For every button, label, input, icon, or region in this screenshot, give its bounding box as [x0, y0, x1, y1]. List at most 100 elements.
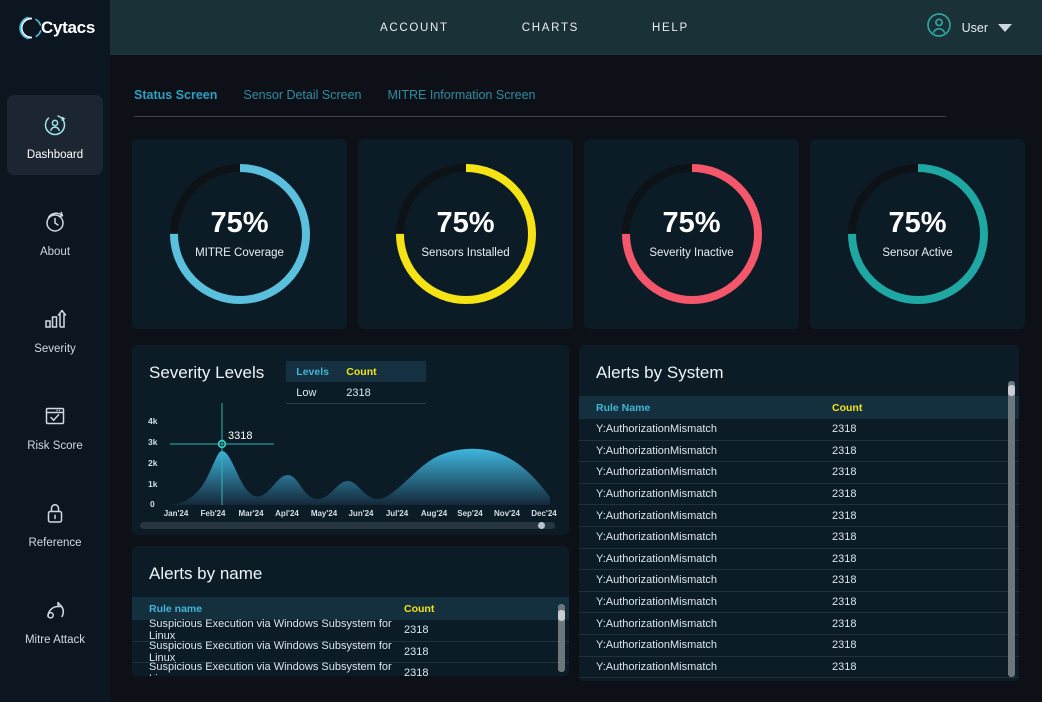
xtick-1: Feb'24	[200, 509, 226, 518]
donut-chart	[621, 164, 762, 304]
xtick-4: May'24	[311, 509, 338, 518]
cell-count: 2318	[404, 667, 429, 676]
table-row[interactable]: Y:AuthorizationMismatch 2318	[579, 613, 1019, 635]
severity-area-chart[interactable]: 4k 3k 2k 1k 0 3318 Jan'24 Feb'24 Mar'24 …	[138, 403, 563, 525]
cell-rule-name: Y:AuthorizationMismatch	[596, 596, 718, 609]
chart-annotation-value: 3318	[228, 430, 252, 442]
cell-rule-name: Suspicious Execution via Windows Subsyst…	[149, 618, 392, 643]
main-content: Status Screen Sensor Detail Screen MITRE…	[110, 55, 1042, 702]
table-row[interactable]: Y:AuthorizationMismatch 2318	[579, 549, 1019, 571]
user-name: User	[961, 20, 988, 35]
table-vertical-scrollbar[interactable]	[558, 604, 565, 672]
table-row[interactable]: Y:AuthorizationMismatch 2318	[579, 441, 1019, 463]
table-row[interactable]: Y:AuthorizationMismatch 2318	[579, 462, 1019, 484]
severity-legend-table: Levels Count Low 2318	[286, 361, 427, 404]
cell-rule-name: Y:AuthorizationMismatch	[596, 639, 718, 652]
table-row[interactable]: Suspicious Execution via Windows Subsyst…	[132, 639, 569, 664]
panel-title: Alerts by name	[149, 564, 263, 583]
legend-count: 2318	[346, 386, 371, 399]
screen-tabs: Status Screen Sensor Detail Screen MITRE…	[122, 55, 1030, 102]
cell-count: 2318	[832, 617, 857, 630]
scrollbar-thumb[interactable]	[1008, 385, 1015, 396]
scrollbar-thumb[interactable]	[558, 610, 565, 621]
checklist-window-icon	[40, 401, 70, 431]
sidebar-item-label: Severity	[34, 342, 76, 355]
cell-count: 2318	[404, 624, 429, 637]
donut-chart	[847, 164, 988, 304]
gauge-card-sensor-active[interactable]: 75% Sensor Active	[810, 139, 1025, 329]
cell-rule-name: Suspicious Execution via Windows Subsyst…	[149, 639, 392, 664]
xtick-3: Apl'24	[275, 509, 299, 518]
sidebar-item-severity[interactable]: Severity	[7, 289, 103, 369]
lower-panels: Severity Levels Levels Count Low 2318 4k…	[132, 345, 1030, 681]
sidebar-item-label: Reference	[28, 536, 82, 549]
table-row[interactable]: Y:AuthorizationMismatch 2318	[579, 419, 1019, 441]
dashboard-app: Cytacs Dashboard About Severity Risk Sco…	[0, 0, 1042, 702]
scrollbar-thumb[interactable]	[538, 522, 545, 529]
gauge-card-mitre-coverage[interactable]: 75% MITRE Coverage	[132, 139, 347, 329]
cell-count: 2318	[832, 660, 857, 673]
tab-mitre-information-screen[interactable]: MITRE Information Screen	[388, 88, 536, 102]
table-row[interactable]: Suspicious Execution via Windows Subsyst…	[132, 661, 569, 676]
tab-status-screen[interactable]: Status Screen	[134, 88, 217, 102]
sidebar-item-about[interactable]: About	[7, 192, 103, 272]
table-row[interactable]: Y:AuthorizationMismatch 2318	[579, 592, 1019, 614]
sidebar-item-label: Dashboard	[26, 148, 84, 161]
top-header: ACCOUNT CHARTS HELP User	[110, 0, 1042, 55]
ytick-1k: 1k	[148, 479, 158, 489]
sidebar-nav: Dashboard About Severity Risk Score Refe…	[0, 95, 110, 660]
top-nav: ACCOUNT CHARTS HELP	[380, 22, 689, 34]
table-vertical-scrollbar[interactable]	[1008, 381, 1015, 677]
table-row[interactable]: Y:AuthorizationMismatch 2318	[579, 635, 1019, 657]
legend-level: Low	[296, 386, 317, 399]
gauge-meter-icon	[40, 595, 70, 625]
ytick-2k: 2k	[148, 458, 158, 468]
column-rule-name: Rule Name	[596, 401, 651, 414]
cell-rule-name: Suspicious Execution via Windows Subsyst…	[149, 661, 392, 676]
legend-col-levels: Levels	[296, 365, 329, 378]
cell-count: 2318	[832, 596, 857, 609]
cell-rule-name: Y:AuthorizationMismatch	[596, 660, 718, 673]
gauge-card-severity-inactive[interactable]: 75% Severity Inactive	[584, 139, 799, 329]
cell-count: 2318	[832, 574, 857, 587]
table-row[interactable]: Y:AuthorizationMismatch 2318	[579, 527, 1019, 549]
table-row[interactable]: Y:AuthorizationMismatch 2318	[579, 657, 1019, 679]
sidebar: Cytacs Dashboard About Severity Risk Sco…	[0, 0, 110, 702]
table-header-row: Rule name Count	[132, 597, 569, 620]
topnav-item-account[interactable]: ACCOUNT	[380, 22, 449, 34]
area-series-low	[168, 448, 550, 505]
user-menu[interactable]: User	[926, 12, 1012, 43]
topnav-item-help[interactable]: HELP	[652, 22, 689, 34]
alerts-by-name-panel: Alerts by name Rule name Count Suspiciou…	[132, 546, 569, 676]
brand-name: Cytacs	[41, 17, 95, 37]
table-row[interactable]: Y:AuthorizationMismatch 2318	[579, 484, 1019, 506]
table-row[interactable]: Suspicious Execution via Windows Subsyst…	[132, 618, 569, 643]
cell-count: 2318	[832, 423, 857, 436]
donut-chart	[395, 164, 536, 304]
gauge-card-sensors-installed[interactable]: 75% Sensors Installed	[358, 139, 573, 329]
legend-header-row: Levels Count	[286, 361, 427, 382]
brand-logo[interactable]: Cytacs	[0, 0, 110, 55]
cell-rule-name: Y:AuthorizationMismatch	[596, 552, 718, 565]
cell-count: 2318	[832, 531, 857, 544]
cell-count: 2318	[832, 466, 857, 479]
user-refresh-icon	[40, 110, 70, 140]
sidebar-item-dashboard[interactable]: Dashboard	[7, 95, 103, 175]
gauge-cards: 75% MITRE Coverage 75% Sensors Installed	[132, 139, 1030, 329]
sidebar-item-risk-score[interactable]: Risk Score	[7, 386, 103, 466]
sidebar-item-reference[interactable]: Reference	[7, 483, 103, 563]
alerts-by-system-panel: Alerts by System Rule Name Count Y:Autho…	[579, 345, 1019, 681]
chart-horizontal-scrollbar[interactable]	[140, 522, 555, 529]
table-row[interactable]: Y:AuthorizationMismatch 2318	[579, 570, 1019, 592]
legend-row: Low 2318	[286, 382, 427, 404]
tab-sensor-detail-screen[interactable]: Sensor Detail Screen	[243, 88, 361, 102]
sidebar-item-label: Risk Score	[27, 439, 83, 452]
table-row[interactable]: Y:AuthorizationMismatch 2318	[579, 505, 1019, 527]
tabs-divider	[134, 116, 946, 117]
sidebar-item-mitre-attack[interactable]: Mitre Attack	[7, 580, 103, 660]
left-column: Severity Levels Levels Count Low 2318 4k…	[132, 345, 569, 681]
cell-rule-name: Y:AuthorizationMismatch	[596, 509, 718, 522]
cell-rule-name: Y:AuthorizationMismatch	[596, 423, 718, 436]
topnav-item-charts[interactable]: CHARTS	[522, 22, 579, 34]
caret-down-icon[interactable]	[998, 23, 1012, 32]
